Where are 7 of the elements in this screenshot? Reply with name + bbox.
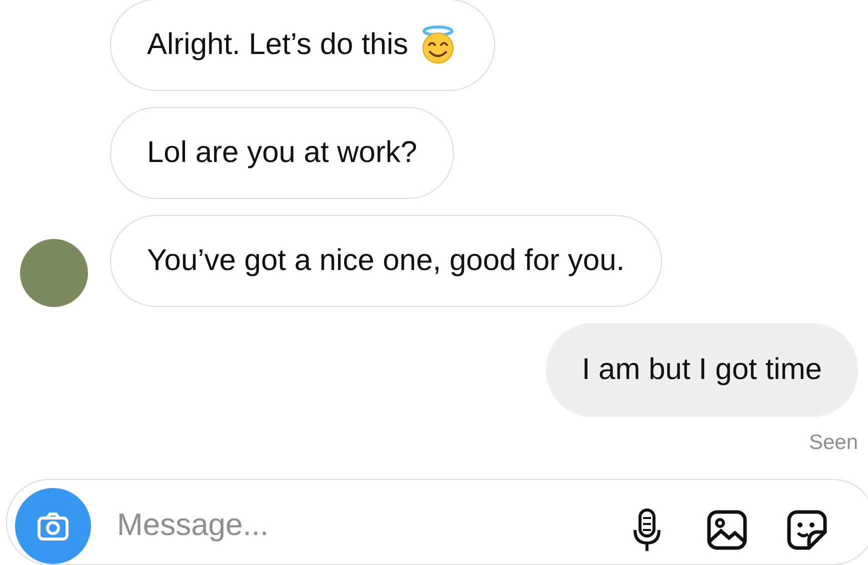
seen-status: Seen [808, 431, 858, 455]
message-bubble: Lol are you at work? [110, 107, 454, 199]
message-bubble: You’ve got a nice one, good for you. [110, 215, 662, 307]
message-bubble: I am but I got time [546, 323, 858, 417]
message-input-field[interactable]: Message... [115, 506, 589, 544]
camera-button[interactable] [15, 488, 91, 564]
message-bubble: Alright. Let’s do this [110, 0, 496, 91]
